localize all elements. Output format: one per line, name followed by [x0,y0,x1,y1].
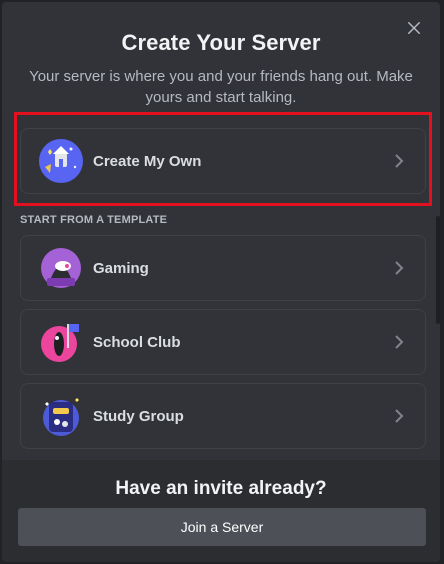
chevron-right-icon [395,409,404,423]
school-club-icon [41,324,79,362]
modal-subtitle: Your server is where you and your friend… [29,68,413,106]
create-server-modal: Create Your Server Your server is where … [2,2,440,562]
modal-footer: Have an invite already? Join a Server [2,460,440,562]
chevron-right-icon [395,335,404,349]
template-school-club-button[interactable]: School Club [20,309,426,375]
highlight-box [14,112,432,206]
join-server-button[interactable]: Join a Server [18,508,426,546]
template-study-group-button[interactable]: Study Group [20,383,426,449]
scrollbar[interactable] [436,216,440,324]
modal-title: Create Your Server [121,30,321,55]
template-gaming-label: Gaming [93,259,149,277]
study-group-icon [43,398,79,436]
template-section-header: START FROM A TEMPLATE [20,214,168,226]
gaming-icon [41,248,81,288]
footer-title: Have an invite already? [115,478,327,499]
template-gaming-button[interactable]: Gaming [20,235,426,301]
chevron-right-icon [395,261,404,275]
template-study-group-label: Study Group [93,407,184,425]
template-school-club-label: School Club [93,333,181,351]
